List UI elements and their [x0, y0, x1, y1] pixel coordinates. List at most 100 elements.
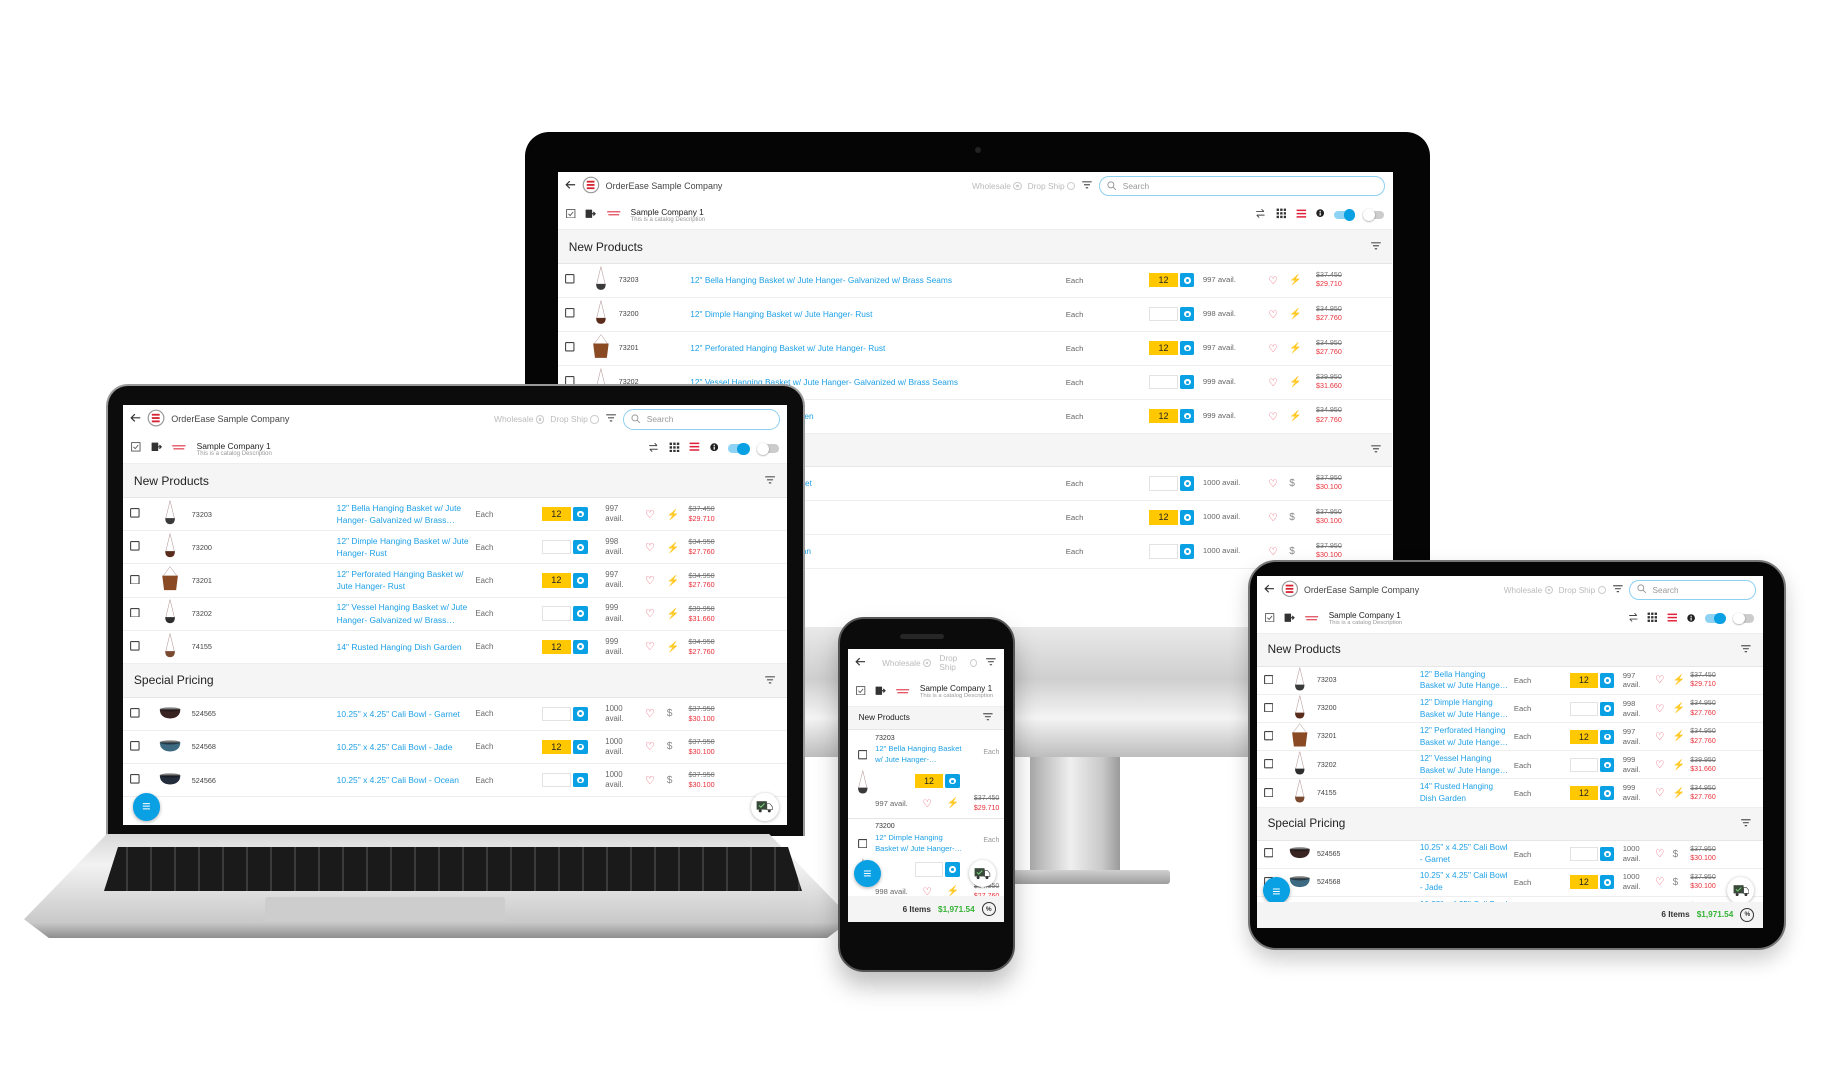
- toggle-on[interactable]: [1334, 209, 1356, 221]
- add-to-cart-button[interactable]: [573, 706, 588, 721]
- product-name-link[interactable]: 10.25" x 4.25" Cali Bowl - Jade: [337, 741, 476, 753]
- product-image[interactable]: [158, 500, 192, 529]
- toggle-off[interactable]: [1733, 612, 1755, 625]
- swap-icon[interactable]: [648, 442, 659, 456]
- quantity-input[interactable]: 12: [1569, 673, 1598, 688]
- product-image[interactable]: [1288, 751, 1317, 779]
- row-checkbox[interactable]: [1264, 787, 1288, 799]
- quantity-input[interactable]: [1569, 847, 1598, 862]
- row-checkbox[interactable]: [130, 508, 158, 520]
- delivery-truck-button[interactable]: [968, 859, 996, 887]
- quantity-input[interactable]: 12: [1149, 408, 1178, 424]
- add-to-cart-button[interactable]: [1600, 786, 1615, 801]
- product-image[interactable]: [158, 737, 192, 757]
- product-image[interactable]: [1288, 667, 1317, 695]
- product-name-link[interactable]: 12" Vessel Hanging Basket w/ Jute Hanger…: [337, 601, 476, 626]
- back-arrow-icon[interactable]: [565, 180, 576, 193]
- export-icon[interactable]: [1284, 613, 1295, 624]
- product-name-link[interactable]: 10.25" x 4.25" Cali Bowl - Jade: [1420, 870, 1514, 894]
- product-image[interactable]: [851, 770, 875, 798]
- product-name-link[interactable]: 10.25" x 4.25" Cali Bowl - Garnet: [337, 708, 476, 720]
- favorite-heart-icon[interactable]: ♡: [645, 740, 667, 753]
- favorite-heart-icon[interactable]: ♡: [645, 607, 667, 620]
- row-checkbox[interactable]: [565, 342, 589, 354]
- favorite-heart-icon[interactable]: ♡: [1268, 274, 1289, 287]
- product-image[interactable]: [158, 633, 192, 662]
- product-image[interactable]: [158, 533, 192, 562]
- quantity-input[interactable]: 12: [1569, 786, 1598, 801]
- product-name-link[interactable]: 12" Bella Hanging Basket w/ Jute Hanger-…: [690, 274, 1065, 286]
- product-image[interactable]: [589, 334, 619, 362]
- search-input[interactable]: Search: [1099, 176, 1386, 197]
- product-image[interactable]: [589, 266, 619, 294]
- product-image[interactable]: [158, 704, 192, 724]
- drop-ship-radio[interactable]: Drop Ship: [1028, 181, 1076, 191]
- product-image[interactable]: [1288, 695, 1317, 723]
- search-input[interactable]: Search: [1629, 580, 1756, 601]
- row-checkbox[interactable]: [565, 274, 589, 286]
- add-to-cart-button[interactable]: [573, 539, 588, 555]
- product-image[interactable]: [1288, 873, 1317, 893]
- product-name-link[interactable]: 12" Perforated Hanging Basket w/ Jute Ha…: [690, 342, 1065, 354]
- row-checkbox[interactable]: [1264, 731, 1288, 742]
- quantity-input[interactable]: 12: [1569, 729, 1598, 744]
- quantity-input[interactable]: [914, 862, 944, 877]
- favorite-heart-icon[interactable]: ♡: [1268, 342, 1289, 355]
- quantity-input[interactable]: [1149, 476, 1178, 491]
- select-all-checkbox-icon[interactable]: [566, 208, 576, 222]
- row-checkbox[interactable]: [1264, 674, 1288, 686]
- back-arrow-icon[interactable]: [855, 657, 866, 668]
- add-to-cart-button[interactable]: [1600, 847, 1615, 862]
- quantity-input[interactable]: 12: [541, 639, 571, 655]
- info-icon[interactable]: [1687, 613, 1696, 624]
- favorite-heart-icon[interactable]: ♡: [1655, 703, 1673, 715]
- search-input[interactable]: Search: [622, 409, 780, 430]
- product-name-link[interactable]: 10.25" x 4.25" Cali Bowl - Ocean: [337, 774, 476, 786]
- wholesale-radio[interactable]: Wholesale: [494, 414, 545, 424]
- info-icon[interactable]: [1316, 209, 1325, 220]
- product-name-link[interactable]: 12" Dimple Hanging Basket w/ Jute Hanger…: [875, 833, 963, 854]
- add-to-cart-button[interactable]: [1600, 758, 1615, 773]
- filter-icon[interactable]: [605, 413, 617, 426]
- wholesale-radio[interactable]: Wholesale: [972, 181, 1022, 191]
- product-image[interactable]: [1288, 723, 1317, 751]
- quantity-input[interactable]: [541, 706, 571, 721]
- product-name-link[interactable]: 12" Perforated Hanging Basket w/ Jute Ha…: [337, 568, 476, 593]
- row-checkbox[interactable]: [130, 574, 158, 587]
- section-filter-icon[interactable]: [764, 673, 776, 687]
- product-name-link[interactable]: 12" Dimple Hanging Basket w/ Jute Hanger…: [690, 308, 1065, 320]
- select-all-checkbox-icon[interactable]: [131, 442, 141, 455]
- discount-icon[interactable]: %: [1740, 907, 1755, 922]
- section-filter-icon[interactable]: [1370, 443, 1382, 457]
- filter-icon[interactable]: [1612, 584, 1624, 595]
- select-all-checkbox-icon[interactable]: [1265, 612, 1275, 624]
- row-checkbox[interactable]: [130, 707, 158, 720]
- drop-ship-radio[interactable]: Drop Ship: [939, 654, 978, 672]
- quantity-input[interactable]: 12: [1149, 341, 1178, 356]
- product-name-link[interactable]: 12" Bella Hanging Basket w/ Jute Hanger-…: [337, 502, 476, 527]
- quantity-input[interactable]: [1149, 307, 1178, 322]
- section-filter-icon[interactable]: [1370, 240, 1382, 254]
- wholesale-radio[interactable]: Wholesale: [882, 659, 932, 668]
- quantity-input[interactable]: 12: [1149, 273, 1178, 288]
- section-filter-icon[interactable]: [1740, 643, 1752, 656]
- toggle-on[interactable]: [1705, 612, 1727, 625]
- favorite-heart-icon[interactable]: ♡: [1268, 477, 1289, 490]
- quantity-input[interactable]: 12: [541, 573, 571, 588]
- favorite-heart-icon[interactable]: ♡: [1655, 759, 1673, 771]
- toggle-off[interactable]: [1362, 209, 1385, 221]
- quantity-input[interactable]: [541, 606, 571, 621]
- drop-ship-radio[interactable]: Drop Ship: [550, 414, 599, 424]
- quantity-input[interactable]: [541, 539, 571, 555]
- export-icon[interactable]: [151, 442, 162, 455]
- menu-fab-button[interactable]: ≡: [132, 793, 161, 821]
- add-to-cart-button[interactable]: [573, 772, 588, 788]
- product-name-link[interactable]: 12" Vessel Hanging Basket w/ Jute Hanger…: [1420, 753, 1514, 777]
- quantity-input[interactable]: [1149, 375, 1178, 390]
- product-image[interactable]: [1288, 844, 1317, 864]
- favorite-heart-icon[interactable]: ♡: [645, 574, 667, 587]
- select-all-checkbox-icon[interactable]: [856, 685, 866, 697]
- add-to-cart-button[interactable]: [1600, 673, 1615, 688]
- product-name-link[interactable]: 12" Bella Hanging Basket w/ Jute Hanger-…: [1420, 669, 1514, 693]
- back-arrow-icon[interactable]: [130, 413, 141, 426]
